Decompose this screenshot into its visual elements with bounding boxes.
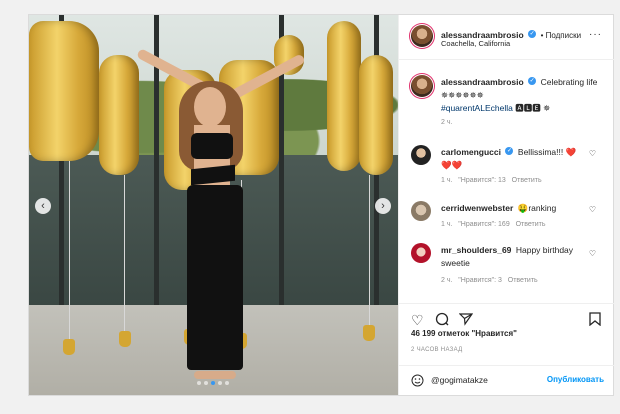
carousel-dots — [197, 381, 229, 385]
woman-feet — [194, 371, 236, 379]
post-location[interactable]: Coachella, California — [441, 39, 510, 48]
verified-icon: ✓ — [505, 146, 514, 155]
caption: alessandraambrosio ✓ Celebrating life ✵✵… — [441, 75, 601, 114]
comment-item: mr_shoulders_69 Happy birthday sweetie — [441, 243, 581, 269]
balloon-weight — [63, 339, 75, 355]
comment-like-icon[interactable]: ♡ — [589, 205, 596, 214]
comment-likes[interactable]: "Нравится": 13 — [458, 177, 506, 184]
balloon-weight — [119, 331, 131, 347]
post-side-panel: alessandraambrosio ✓ • Подписки Coachell… — [398, 15, 614, 395]
balloon-string — [369, 175, 370, 335]
add-comment-bar: @gogimatakze Опубликовать — [399, 365, 614, 396]
publish-button[interactable]: Опубликовать — [547, 375, 604, 384]
comment-input[interactable]: @gogimatakze — [431, 375, 488, 385]
comment-item: carlomengucci ✓ Bellissima!!! ❤️ ❤️❤️ — [441, 145, 591, 171]
comment-meta: 1 ч. "Нравится": 169 Ответить — [441, 221, 545, 228]
caption-time: 2 ч. — [441, 119, 453, 126]
comment-time: 1 ч. — [441, 221, 453, 228]
heart-outline-icon[interactable]: ♡ — [411, 312, 424, 329]
post-time: 2 ЧАСОВ НАЗАД — [411, 347, 463, 353]
author-avatar[interactable] — [411, 25, 433, 47]
balloon-string — [124, 175, 125, 345]
commenter-avatar[interactable] — [411, 201, 431, 221]
comment-text: 🤑ranking — [517, 203, 557, 213]
paper-plane-icon[interactable] — [458, 312, 474, 329]
black-skirt — [187, 185, 243, 370]
comment-time: 2 ч. — [441, 277, 453, 284]
carousel-dot-active — [211, 381, 215, 385]
carousel-dot — [218, 381, 222, 385]
verified-icon: ✓ — [528, 29, 537, 38]
more-options-icon[interactable]: ··· — [589, 29, 602, 40]
gold-balloon — [99, 55, 139, 175]
comment-username[interactable]: carlomengucci — [441, 147, 501, 157]
balloon-string — [69, 155, 70, 345]
smiley-icon[interactable] — [411, 374, 424, 392]
carousel-dot — [204, 381, 208, 385]
comment-username[interactable]: cerridwenwebster — [441, 203, 513, 213]
post-photo[interactable]: ‹ › — [29, 15, 398, 395]
comment-extra: ❤️❤️ — [441, 160, 463, 170]
caption-username[interactable]: alessandraambrosio — [441, 77, 524, 87]
prev-photo-button[interactable]: ‹ — [35, 198, 51, 214]
likes-count[interactable]: 46 199 отметок "Нравится" — [411, 329, 517, 338]
gold-balloon — [359, 55, 393, 175]
reply-button[interactable]: Ответить — [516, 221, 546, 228]
comment-item: cerridwenwebster 🤑ranking — [441, 201, 591, 214]
comment-text: Bellissima!!! ❤️ — [517, 147, 577, 157]
post-header: alessandraambrosio ✓ • Подписки Coachell… — [399, 15, 614, 60]
comment-likes[interactable]: "Нравится": 3 — [458, 277, 502, 284]
commenter-avatar[interactable] — [411, 145, 431, 165]
following-link[interactable]: • Подписки — [541, 31, 581, 40]
gold-balloon — [327, 21, 361, 171]
comment-meta: 2 ч. "Нравится": 3 Ответить — [441, 277, 538, 284]
comment-bubble-icon[interactable] — [435, 312, 449, 329]
commenter-avatar[interactable] — [411, 243, 431, 263]
bookmark-icon[interactable] — [589, 312, 601, 329]
post-card: ‹ › alessandraambrosio ✓ • Подписки Coac… — [28, 14, 614, 396]
woman-face — [194, 87, 226, 127]
comment-meta: 1 ч. "Нравится": 13 Ответить — [441, 177, 542, 184]
balloon-weight — [363, 325, 375, 341]
reply-button[interactable]: Ответить — [508, 277, 538, 284]
comment-username[interactable]: mr_shoulders_69 — [441, 245, 511, 255]
caption-avatar[interactable] — [411, 75, 433, 97]
caption-hashtag-suffix: 🅰🅻🅴 ✵ — [512, 103, 551, 113]
carousel-dot — [225, 381, 229, 385]
carousel-dot — [197, 381, 201, 385]
caption-hashtag[interactable]: #quarentALEchella — [441, 103, 513, 113]
comment-like-icon[interactable]: ♡ — [589, 149, 596, 158]
verified-icon: ✓ — [528, 76, 537, 85]
next-photo-button[interactable]: › — [375, 198, 391, 214]
comment-like-icon[interactable]: ♡ — [589, 249, 596, 258]
reply-button[interactable]: Ответить — [512, 177, 542, 184]
comment-likes[interactable]: "Нравится": 169 — [458, 221, 509, 228]
gold-balloon — [29, 21, 99, 161]
black-top — [191, 133, 233, 159]
comment-time: 1 ч. — [441, 177, 453, 184]
